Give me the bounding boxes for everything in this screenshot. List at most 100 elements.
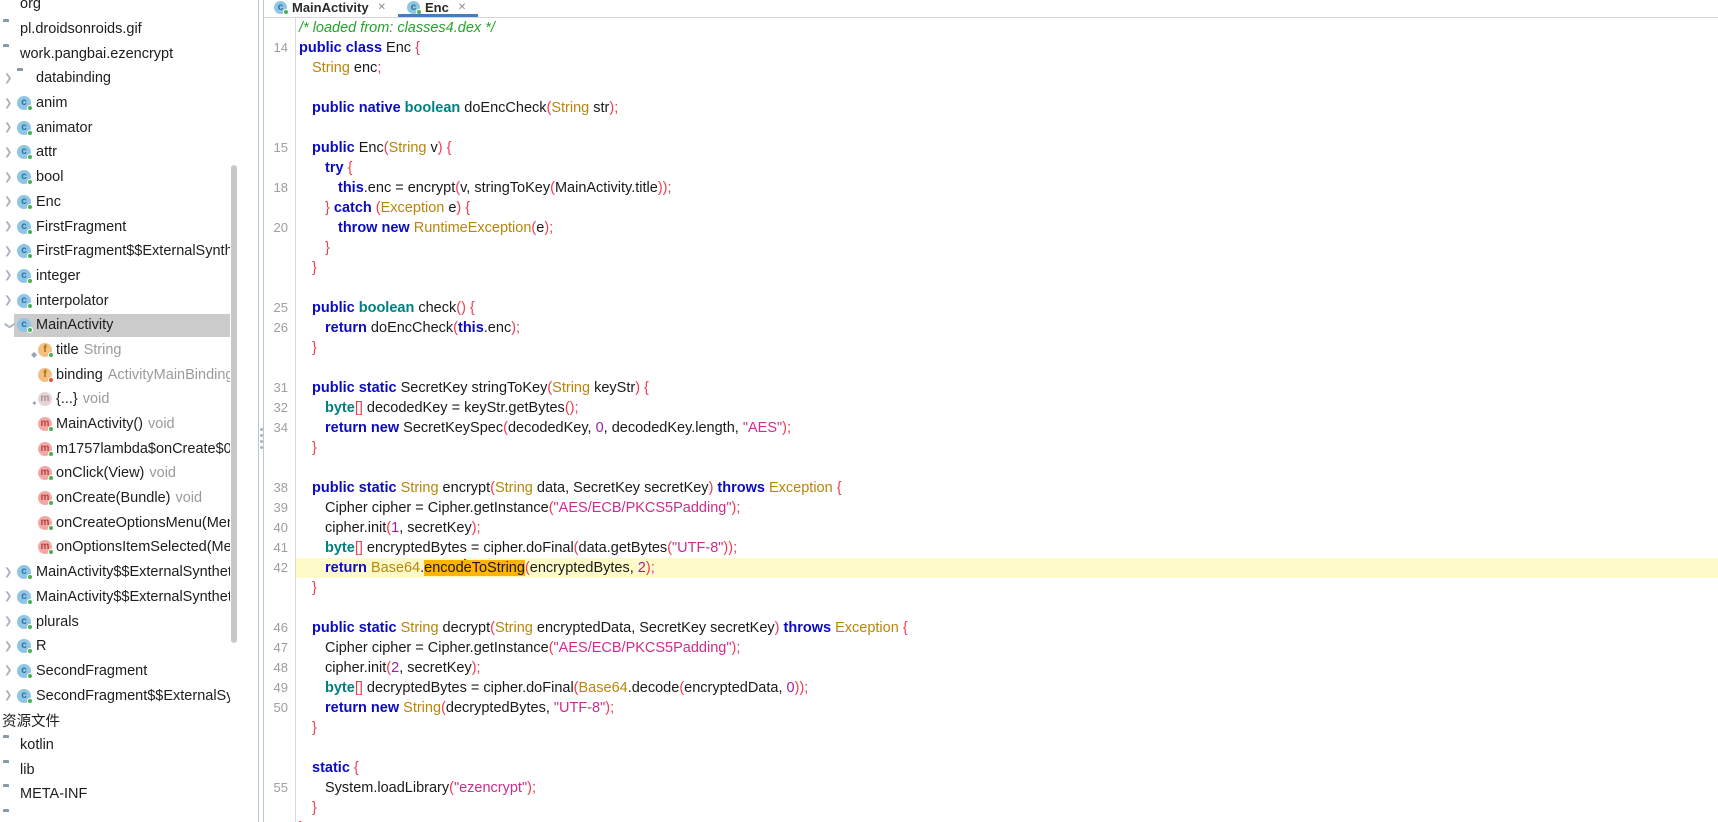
code-line[interactable]: [264, 118, 1718, 138]
code-line[interactable]: }: [264, 258, 1718, 278]
code-line-content[interactable]: }: [296, 718, 1718, 738]
code-line-content[interactable]: this.enc = encrypt(v, stringToKey(MainAc…: [296, 178, 1718, 198]
tab-enc[interactable]: c Enc ✕: [398, 0, 478, 17]
tree-item[interactable]: org: [0, 0, 230, 17]
code-line-content[interactable]: return Base64.encodeToString(encryptedBy…: [296, 558, 1718, 578]
chevron-right-icon[interactable]: ❯: [2, 147, 17, 158]
code-line[interactable]: [264, 738, 1718, 758]
code-line-content[interactable]: }: [296, 258, 1718, 278]
tree-item[interactable]: ❯cplurals: [0, 609, 230, 634]
code-line-content[interactable]: public static String decrypt(String encr…: [296, 618, 1718, 638]
tree-item[interactable]: kotlin: [0, 733, 230, 758]
code-line[interactable]: 39Cipher cipher = Cipher.getInstance("AE…: [264, 498, 1718, 518]
chevron-right-icon[interactable]: ❯: [2, 690, 17, 701]
tree-item[interactable]: 资源文件: [0, 708, 230, 733]
code-line[interactable]: 32byte[] decodedKey = keyStr.getBytes();: [264, 398, 1718, 418]
code-line[interactable]: }: [264, 338, 1718, 358]
tree-item[interactable]: work.pangbai.ezencrypt: [0, 41, 230, 66]
code-line-content[interactable]: [296, 358, 1718, 378]
tree-item[interactable]: fbindingActivityMainBinding: [0, 362, 230, 387]
tree-item[interactable]: ❯cattr: [0, 140, 230, 165]
tree-item[interactable]: ❯canim: [0, 91, 230, 116]
code-line[interactable]: 20throw new RuntimeException(e);: [264, 218, 1718, 238]
tree-item[interactable]: ❯canimator: [0, 115, 230, 140]
chevron-right-icon[interactable]: ❯: [2, 98, 17, 109]
code-line[interactable]: 47Cipher cipher = Cipher.getInstance("AE…: [264, 638, 1718, 658]
code-line[interactable]: [264, 458, 1718, 478]
chevron-right-icon[interactable]: ❯: [2, 567, 17, 578]
chevron-right-icon[interactable]: ❯: [2, 295, 17, 306]
code-line[interactable]: [264, 278, 1718, 298]
code-line-content[interactable]: byte[] decryptedBytes = cipher.doFinal(B…: [296, 678, 1718, 698]
tree-item[interactable]: [0, 807, 230, 822]
code-line[interactable]: static {: [264, 758, 1718, 778]
code-line-content[interactable]: [296, 598, 1718, 618]
code-line-content[interactable]: }: [296, 578, 1718, 598]
code-line-content[interactable]: [296, 278, 1718, 298]
tree-item[interactable]: ❯cFirstFragment: [0, 214, 230, 239]
code-line[interactable]: try {: [264, 158, 1718, 178]
tree-item[interactable]: ❯cMainActivity$$ExternalSynthet: [0, 585, 230, 610]
tree-item[interactable]: ❯cSecondFragment$$ExternalSy: [0, 683, 230, 708]
code-line-content[interactable]: }: [296, 438, 1718, 458]
chevron-right-icon[interactable]: ❯: [2, 270, 17, 281]
tree-item[interactable]: ❯cR: [0, 634, 230, 659]
chevron-right-icon[interactable]: ❯: [2, 122, 17, 133]
chevron-right-icon[interactable]: ❯: [2, 665, 17, 676]
code-line-content[interactable]: throw new RuntimeException(e);: [296, 218, 1718, 238]
code-line-content[interactable]: static {: [296, 758, 1718, 778]
code-line[interactable]: }: [264, 718, 1718, 738]
tree-item[interactable]: monOptionsItemSelected(Men: [0, 535, 230, 560]
code-line-content[interactable]: byte[] encryptedBytes = cipher.doFinal(d…: [296, 538, 1718, 558]
tree-item[interactable]: META-INF: [0, 782, 230, 807]
code-line-content[interactable]: System.loadLibrary("ezencrypt");: [296, 778, 1718, 798]
chevron-right-icon[interactable]: ❯: [2, 196, 17, 207]
tree-item[interactable]: lib: [0, 757, 230, 782]
code-line-content[interactable]: Cipher cipher = Cipher.getInstance("AES/…: [296, 498, 1718, 518]
code-line-content[interactable]: byte[] decodedKey = keyStr.getBytes();: [296, 398, 1718, 418]
tree-item[interactable]: pl.droidsonroids.gif: [0, 17, 230, 42]
chevron-right-icon[interactable]: ❯: [2, 616, 17, 627]
code-line[interactable]: String enc;: [264, 58, 1718, 78]
tree-item[interactable]: monClick(View)void: [0, 461, 230, 486]
tree-item[interactable]: ❯cSecondFragment: [0, 659, 230, 684]
chevron-right-icon[interactable]: ❯: [2, 172, 17, 183]
code-line-content[interactable]: }: [296, 238, 1718, 258]
code-line[interactable]: 26return doEncCheck(this.enc);: [264, 318, 1718, 338]
code-line[interactable]: }: [264, 578, 1718, 598]
code-line-content[interactable]: public boolean check() {: [296, 298, 1718, 318]
code-line[interactable]: 18this.enc = encrypt(v, stringToKey(Main…: [264, 178, 1718, 198]
tree-item[interactable]: ❯cFirstFragment$$ExternalSynth: [0, 239, 230, 264]
code-line[interactable]: } catch (Exception e) {: [264, 198, 1718, 218]
code-line-content[interactable]: [296, 118, 1718, 138]
tree-scrollbar-thumb[interactable]: [231, 165, 237, 643]
code-line-content[interactable]: public static String encrypt(String data…: [296, 478, 1718, 498]
code-line[interactable]: 38public static String encrypt(String da…: [264, 478, 1718, 498]
code-line[interactable]: 14public class Enc {: [264, 38, 1718, 58]
code-line[interactable]: }: [264, 238, 1718, 258]
code-line[interactable]: 34return new SecretKeySpec(decodedKey, 0…: [264, 418, 1718, 438]
tree-item[interactable]: ❯cEnc: [0, 190, 230, 215]
code-line-content[interactable]: } catch (Exception e) {: [296, 198, 1718, 218]
tree-item[interactable]: monCreate(Bundle)void: [0, 486, 230, 511]
code-line[interactable]: [264, 358, 1718, 378]
tree-item[interactable]: ❯cMainActivity$$ExternalSynthet: [0, 560, 230, 585]
code-line[interactable]: 15public Enc(String v) {: [264, 138, 1718, 158]
tree-item[interactable]: f◆titleString: [0, 338, 230, 363]
code-line[interactable]: 42return Base64.encodeToString(encrypted…: [264, 558, 1718, 578]
code-line-content[interactable]: String enc;: [296, 58, 1718, 78]
chevron-right-icon[interactable]: ❯: [2, 73, 17, 84]
code-line-content[interactable]: /* loaded from: classes4.dex */: [296, 18, 1718, 38]
code-line[interactable]: 41byte[] encryptedBytes = cipher.doFinal…: [264, 538, 1718, 558]
code-line[interactable]: 55System.loadLibrary("ezencrypt");: [264, 778, 1718, 798]
tree-item[interactable]: ❯cMainActivity: [0, 313, 230, 338]
chevron-right-icon[interactable]: ❯: [2, 641, 17, 652]
code-line[interactable]: 25public boolean check() {: [264, 298, 1718, 318]
code-line[interactable]: 48cipher.init(2, secretKey);: [264, 658, 1718, 678]
tree-item[interactable]: mMainActivity()void: [0, 412, 230, 437]
code-line[interactable]: 49byte[] decryptedBytes = cipher.doFinal…: [264, 678, 1718, 698]
code-line-content[interactable]: cipher.init(1, secretKey);: [296, 518, 1718, 538]
code-line[interactable]: 40cipher.init(1, secretKey);: [264, 518, 1718, 538]
close-icon[interactable]: ✕: [378, 2, 386, 13]
code-line-content[interactable]: [296, 78, 1718, 98]
